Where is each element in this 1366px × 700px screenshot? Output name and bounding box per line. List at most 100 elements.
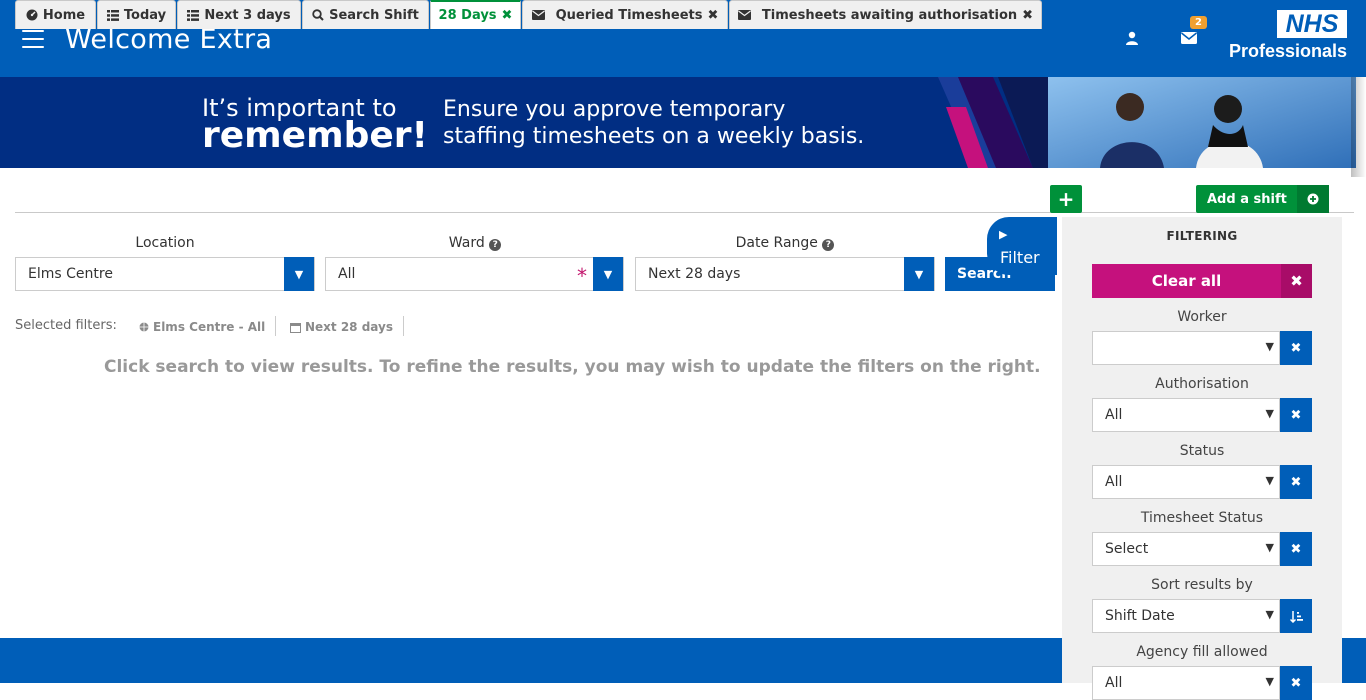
location-label: Location: [135, 235, 195, 251]
tab-timesheets-awaiting-authorisation[interactable]: Timesheets awaiting authorisation ✖: [729, 0, 1042, 29]
list-icon: [187, 9, 200, 21]
banner-message-line1: Ensure you approve temporary: [443, 97, 786, 122]
dashboard-icon: [26, 9, 38, 21]
caret-down-icon: ▼: [1265, 608, 1274, 621]
globe-icon: [139, 322, 149, 332]
plus-circle-icon: [1297, 185, 1329, 213]
plus-icon: +: [1057, 187, 1075, 211]
caret-down-icon: ▼: [1265, 541, 1274, 554]
tab-label: Search Shift: [329, 7, 419, 23]
selected-filters-label: Selected filters:: [15, 318, 117, 333]
list-icon: [106, 9, 119, 21]
tab-next-3-days[interactable]: Next 3 days: [177, 0, 301, 29]
tab-label: Next 3 days: [204, 7, 291, 23]
close-icon: ✖: [1290, 407, 1302, 423]
worker-select[interactable]: ▼: [1092, 331, 1280, 365]
clear-agency-fill-button[interactable]: ✖: [1280, 666, 1312, 700]
sort-label: Sort results by: [1151, 577, 1253, 593]
chevron-down-icon: ▼: [904, 257, 934, 291]
clear-worker-button[interactable]: ✖: [1280, 331, 1312, 365]
tab-home[interactable]: Home: [15, 0, 96, 29]
add-shift-label: Add a shift: [1207, 191, 1287, 207]
user-icon[interactable]: [1124, 30, 1140, 46]
filter-panel: FILTERING Clear all ✖ Worker ▼ ✖ Authori…: [1062, 217, 1342, 700]
filter-panel-title: FILTERING: [1166, 229, 1238, 243]
chevron-right-icon: ▶: [999, 228, 1008, 241]
chip-text: Elms Centre - All: [153, 320, 266, 334]
envelope-icon: [531, 10, 545, 20]
status-select[interactable]: All ▼: [1092, 465, 1280, 499]
filter-panel-toggle[interactable]: ▶ Filter: [987, 217, 1057, 275]
clear-authorisation-button[interactable]: ✖: [1280, 398, 1312, 432]
help-icon[interactable]: ?: [822, 239, 835, 251]
date-range-select[interactable]: Next 28 days ▼: [635, 257, 935, 291]
tab-queried-timesheets[interactable]: Queried Timesheets ✖: [522, 0, 728, 29]
ward-value: All: [338, 266, 356, 282]
tab-divider: [15, 212, 1354, 213]
timesheet-status-select[interactable]: Select ▼: [1092, 532, 1280, 566]
sort-direction-button[interactable]: [1280, 599, 1312, 633]
filter-chip-date: Next 28 days: [290, 320, 393, 334]
caret-down-icon: ▼: [1265, 474, 1274, 487]
status-label: Status: [1179, 443, 1225, 459]
close-icon[interactable]: ✖: [1022, 8, 1033, 23]
filter-chip-location: Elms Centre - All: [139, 320, 265, 334]
search-icon: [312, 9, 324, 21]
chip-divider: [403, 316, 404, 336]
agency-fill-select[interactable]: All ▼: [1092, 666, 1280, 700]
location-value: Elms Centre: [28, 266, 113, 282]
chip-divider: [275, 316, 276, 336]
caret-down-icon: ▼: [1265, 407, 1274, 420]
chevron-down-icon: ▼: [593, 257, 623, 291]
chip-text: Next 28 days: [305, 320, 393, 334]
envelope-icon: [737, 10, 751, 20]
caret-down-icon: ▼: [1265, 340, 1274, 353]
date-range-label-text: Date Range: [735, 235, 818, 251]
close-icon: ✖: [1290, 474, 1302, 490]
tab-label: Today: [123, 7, 167, 23]
tab-label: 28 Days: [438, 8, 497, 23]
tab-label: Timesheets awaiting authorisation: [761, 7, 1018, 23]
nhs-logo: NHS: [1277, 10, 1347, 38]
caret-down-icon: ▼: [1265, 675, 1274, 688]
agency-fill-label: Agency fill allowed: [1136, 644, 1268, 660]
tab-today[interactable]: Today: [97, 0, 176, 29]
timesheet-status-value: Select: [1105, 541, 1149, 557]
ward-label: Ward ?: [325, 235, 625, 251]
clear-status-button[interactable]: ✖: [1280, 465, 1312, 499]
banner-message-line2: staffing timesheets on a weekly basis.: [443, 124, 865, 149]
worker-label: Worker: [1177, 309, 1227, 325]
menu-icon[interactable]: [22, 30, 44, 48]
tab-28-days[interactable]: 28 Days ✖: [430, 0, 521, 29]
add-shift-button[interactable]: Add a shift: [1196, 185, 1329, 213]
sort-select[interactable]: Shift Date ▼: [1092, 599, 1280, 633]
tab-search-shift[interactable]: Search Shift: [302, 0, 429, 29]
close-icon: ✖: [1290, 675, 1302, 691]
timesheet-status-label: Timesheet Status: [1140, 510, 1264, 526]
close-icon[interactable]: ✖: [502, 8, 513, 23]
close-icon: ✖: [1290, 340, 1302, 356]
chevron-down-icon: ▼: [284, 257, 314, 291]
ward-select[interactable]: All * ▼: [325, 257, 624, 291]
status-value: All: [1105, 474, 1123, 490]
close-icon[interactable]: ✖: [708, 8, 719, 23]
envelope-icon[interactable]: [1181, 31, 1197, 45]
close-icon: ✖: [1290, 541, 1302, 557]
help-icon[interactable]: ?: [489, 239, 502, 251]
date-range-value: Next 28 days: [648, 266, 741, 282]
sort-icon: [1289, 610, 1303, 623]
banner-photo: [938, 77, 1356, 168]
required-icon: *: [577, 264, 587, 288]
tab-label: Queried Timesheets: [555, 7, 703, 23]
authorisation-select[interactable]: All ▼: [1092, 398, 1280, 432]
authorisation-value: All: [1105, 407, 1123, 423]
location-select[interactable]: Elms Centre ▼: [15, 257, 315, 291]
clear-timesheet-status-button[interactable]: ✖: [1280, 532, 1312, 566]
add-tab-button[interactable]: +: [1050, 185, 1082, 213]
filter-toggle-label: Filter: [1000, 248, 1040, 267]
agency-fill-value: All: [1105, 675, 1123, 691]
clear-all-label: Clear all: [1151, 272, 1222, 290]
sort-value: Shift Date: [1105, 608, 1175, 624]
clear-all-button[interactable]: Clear all ✖: [1092, 264, 1312, 298]
search-hint: Click search to view results. To refine …: [104, 357, 1041, 377]
